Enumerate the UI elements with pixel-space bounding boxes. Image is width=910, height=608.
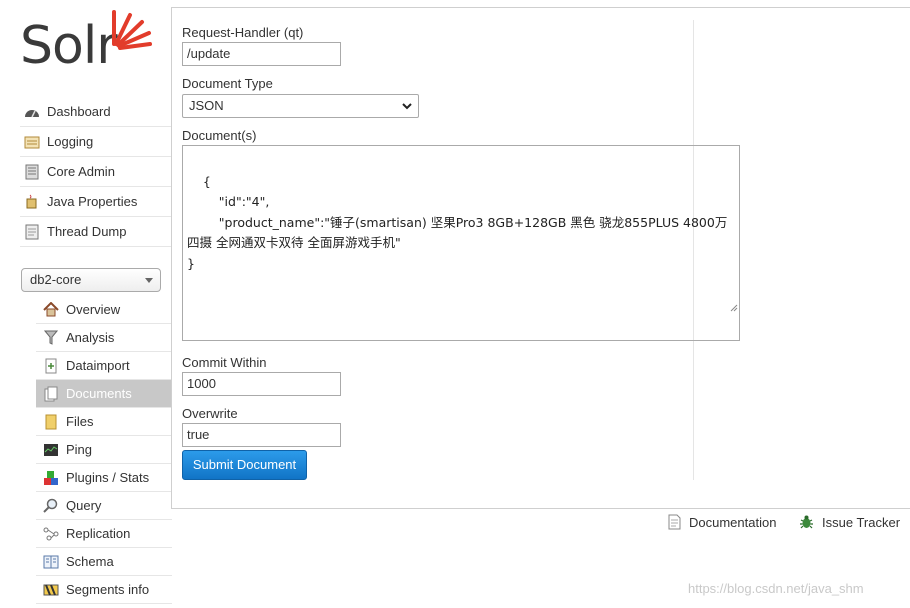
segments-icon bbox=[42, 582, 60, 598]
core-menu-item-analysis[interactable]: Analysis bbox=[36, 324, 172, 352]
documents-textarea[interactable]: { "id":"4", "product_name":"锤子(smartisan… bbox=[182, 145, 740, 341]
logo-text: Solr bbox=[20, 16, 118, 76]
logging-icon bbox=[23, 134, 41, 150]
core-menu-item-replication[interactable]: Replication bbox=[36, 520, 172, 548]
core-menu-label: Files bbox=[66, 414, 94, 429]
menu-item-label: Thread Dump bbox=[47, 224, 127, 239]
core-selector-value: db2-core bbox=[30, 272, 82, 287]
core-menu: Overview Analysis Dataimport Documents F… bbox=[36, 296, 172, 604]
core-menu-item-schema[interactable]: Schema bbox=[36, 548, 172, 576]
core-menu-item-documents[interactable]: Documents bbox=[36, 380, 172, 408]
ping-icon bbox=[42, 442, 60, 458]
bug-icon bbox=[799, 514, 814, 530]
overwrite-input[interactable]: true bbox=[182, 423, 341, 447]
sun-rays-icon bbox=[112, 10, 152, 50]
commit-within-label: Commit Within bbox=[182, 355, 267, 370]
documents-panel: Request-Handler (qt) /update Document Ty… bbox=[171, 7, 910, 509]
document-type-select[interactable]: JSON bbox=[182, 94, 419, 118]
core-menu-item-ping[interactable]: Ping bbox=[36, 436, 172, 464]
menu-item-dashboard[interactable]: Dashboard bbox=[20, 97, 172, 127]
menu-item-label: Java Properties bbox=[47, 194, 138, 209]
document-type-value: JSON bbox=[189, 98, 224, 113]
menu-item-core-admin[interactable]: Core Admin bbox=[20, 157, 172, 187]
documents-icon bbox=[42, 386, 60, 402]
resize-grip-icon[interactable] bbox=[705, 278, 738, 340]
core-menu-label: Replication bbox=[66, 526, 131, 541]
core-menu-item-files[interactable]: Files bbox=[36, 408, 172, 436]
thread-dump-icon bbox=[23, 224, 41, 240]
core-selector[interactable]: db2-core bbox=[21, 268, 161, 292]
request-handler-value: /update bbox=[187, 46, 231, 61]
menu-item-logging[interactable]: Logging bbox=[20, 127, 172, 157]
commit-within-value: 1000 bbox=[187, 376, 216, 391]
plugins-icon bbox=[42, 470, 60, 486]
core-menu-label: Ping bbox=[66, 442, 93, 457]
menu-item-label: Logging bbox=[47, 134, 94, 149]
issue-tracker-label: Issue Tracker bbox=[822, 514, 901, 530]
core-menu-label: Plugins / Stats bbox=[66, 470, 150, 485]
core-admin-icon bbox=[23, 164, 41, 180]
documents-textarea-value: { "id":"4", "product_name":"锤子(smartisan… bbox=[187, 173, 728, 271]
documents-label: Document(s) bbox=[182, 128, 257, 143]
core-menu-label: Overview bbox=[66, 302, 121, 317]
folder-icon bbox=[42, 414, 60, 430]
request-handler-label: Request-Handler (qt) bbox=[182, 25, 304, 40]
core-menu-label: Query bbox=[66, 498, 102, 513]
watermark: https://blog.csdn.net/java_shm bbox=[688, 581, 864, 596]
documentation-link[interactable]: Documentation bbox=[668, 514, 776, 530]
core-menu-item-segments-info[interactable]: Segments info bbox=[36, 576, 172, 604]
magnifier-icon bbox=[42, 498, 60, 514]
documentation-label: Documentation bbox=[689, 514, 777, 530]
menu-item-thread-dump[interactable]: Thread Dump bbox=[20, 217, 172, 247]
submit-document-button[interactable]: Submit Document bbox=[182, 450, 307, 480]
issue-tracker-link[interactable]: Issue Tracker bbox=[799, 514, 900, 530]
document-icon bbox=[668, 514, 681, 530]
core-menu-label: Dataimport bbox=[66, 358, 130, 373]
solr-logo[interactable]: Solr bbox=[20, 6, 160, 76]
request-handler-input[interactable]: /update bbox=[182, 42, 341, 66]
replication-icon bbox=[42, 526, 60, 542]
schema-icon bbox=[42, 554, 60, 570]
menu-item-label: Core Admin bbox=[47, 164, 115, 179]
house-icon bbox=[42, 302, 60, 318]
funnel-icon bbox=[42, 330, 60, 346]
overwrite-value: true bbox=[187, 427, 210, 442]
commit-within-input[interactable]: 1000 bbox=[182, 372, 341, 396]
menu-item-java-properties[interactable]: Java Properties bbox=[20, 187, 172, 217]
document-type-label: Document Type bbox=[182, 76, 273, 91]
java-icon bbox=[23, 194, 41, 210]
core-menu-label: Analysis bbox=[66, 330, 115, 345]
overwrite-label: Overwrite bbox=[182, 406, 238, 421]
core-menu-item-query[interactable]: Query bbox=[36, 492, 172, 520]
core-menu-item-dataimport[interactable]: Dataimport bbox=[36, 352, 172, 380]
main-menu: Dashboard Logging Core Admin Java Proper… bbox=[20, 97, 172, 247]
menu-item-label: Dashboard bbox=[47, 104, 111, 119]
core-menu-label: Documents bbox=[66, 386, 132, 401]
chevron-down-icon bbox=[402, 99, 412, 116]
core-menu-item-overview[interactable]: Overview bbox=[36, 296, 172, 324]
dashboard-icon bbox=[23, 104, 41, 120]
core-menu-item-plugins-stats[interactable]: Plugins / Stats bbox=[36, 464, 172, 492]
dataimport-icon bbox=[42, 358, 60, 374]
core-menu-label: Segments info bbox=[66, 582, 150, 597]
chevron-down-icon bbox=[145, 278, 153, 283]
core-menu-label: Schema bbox=[66, 554, 114, 569]
